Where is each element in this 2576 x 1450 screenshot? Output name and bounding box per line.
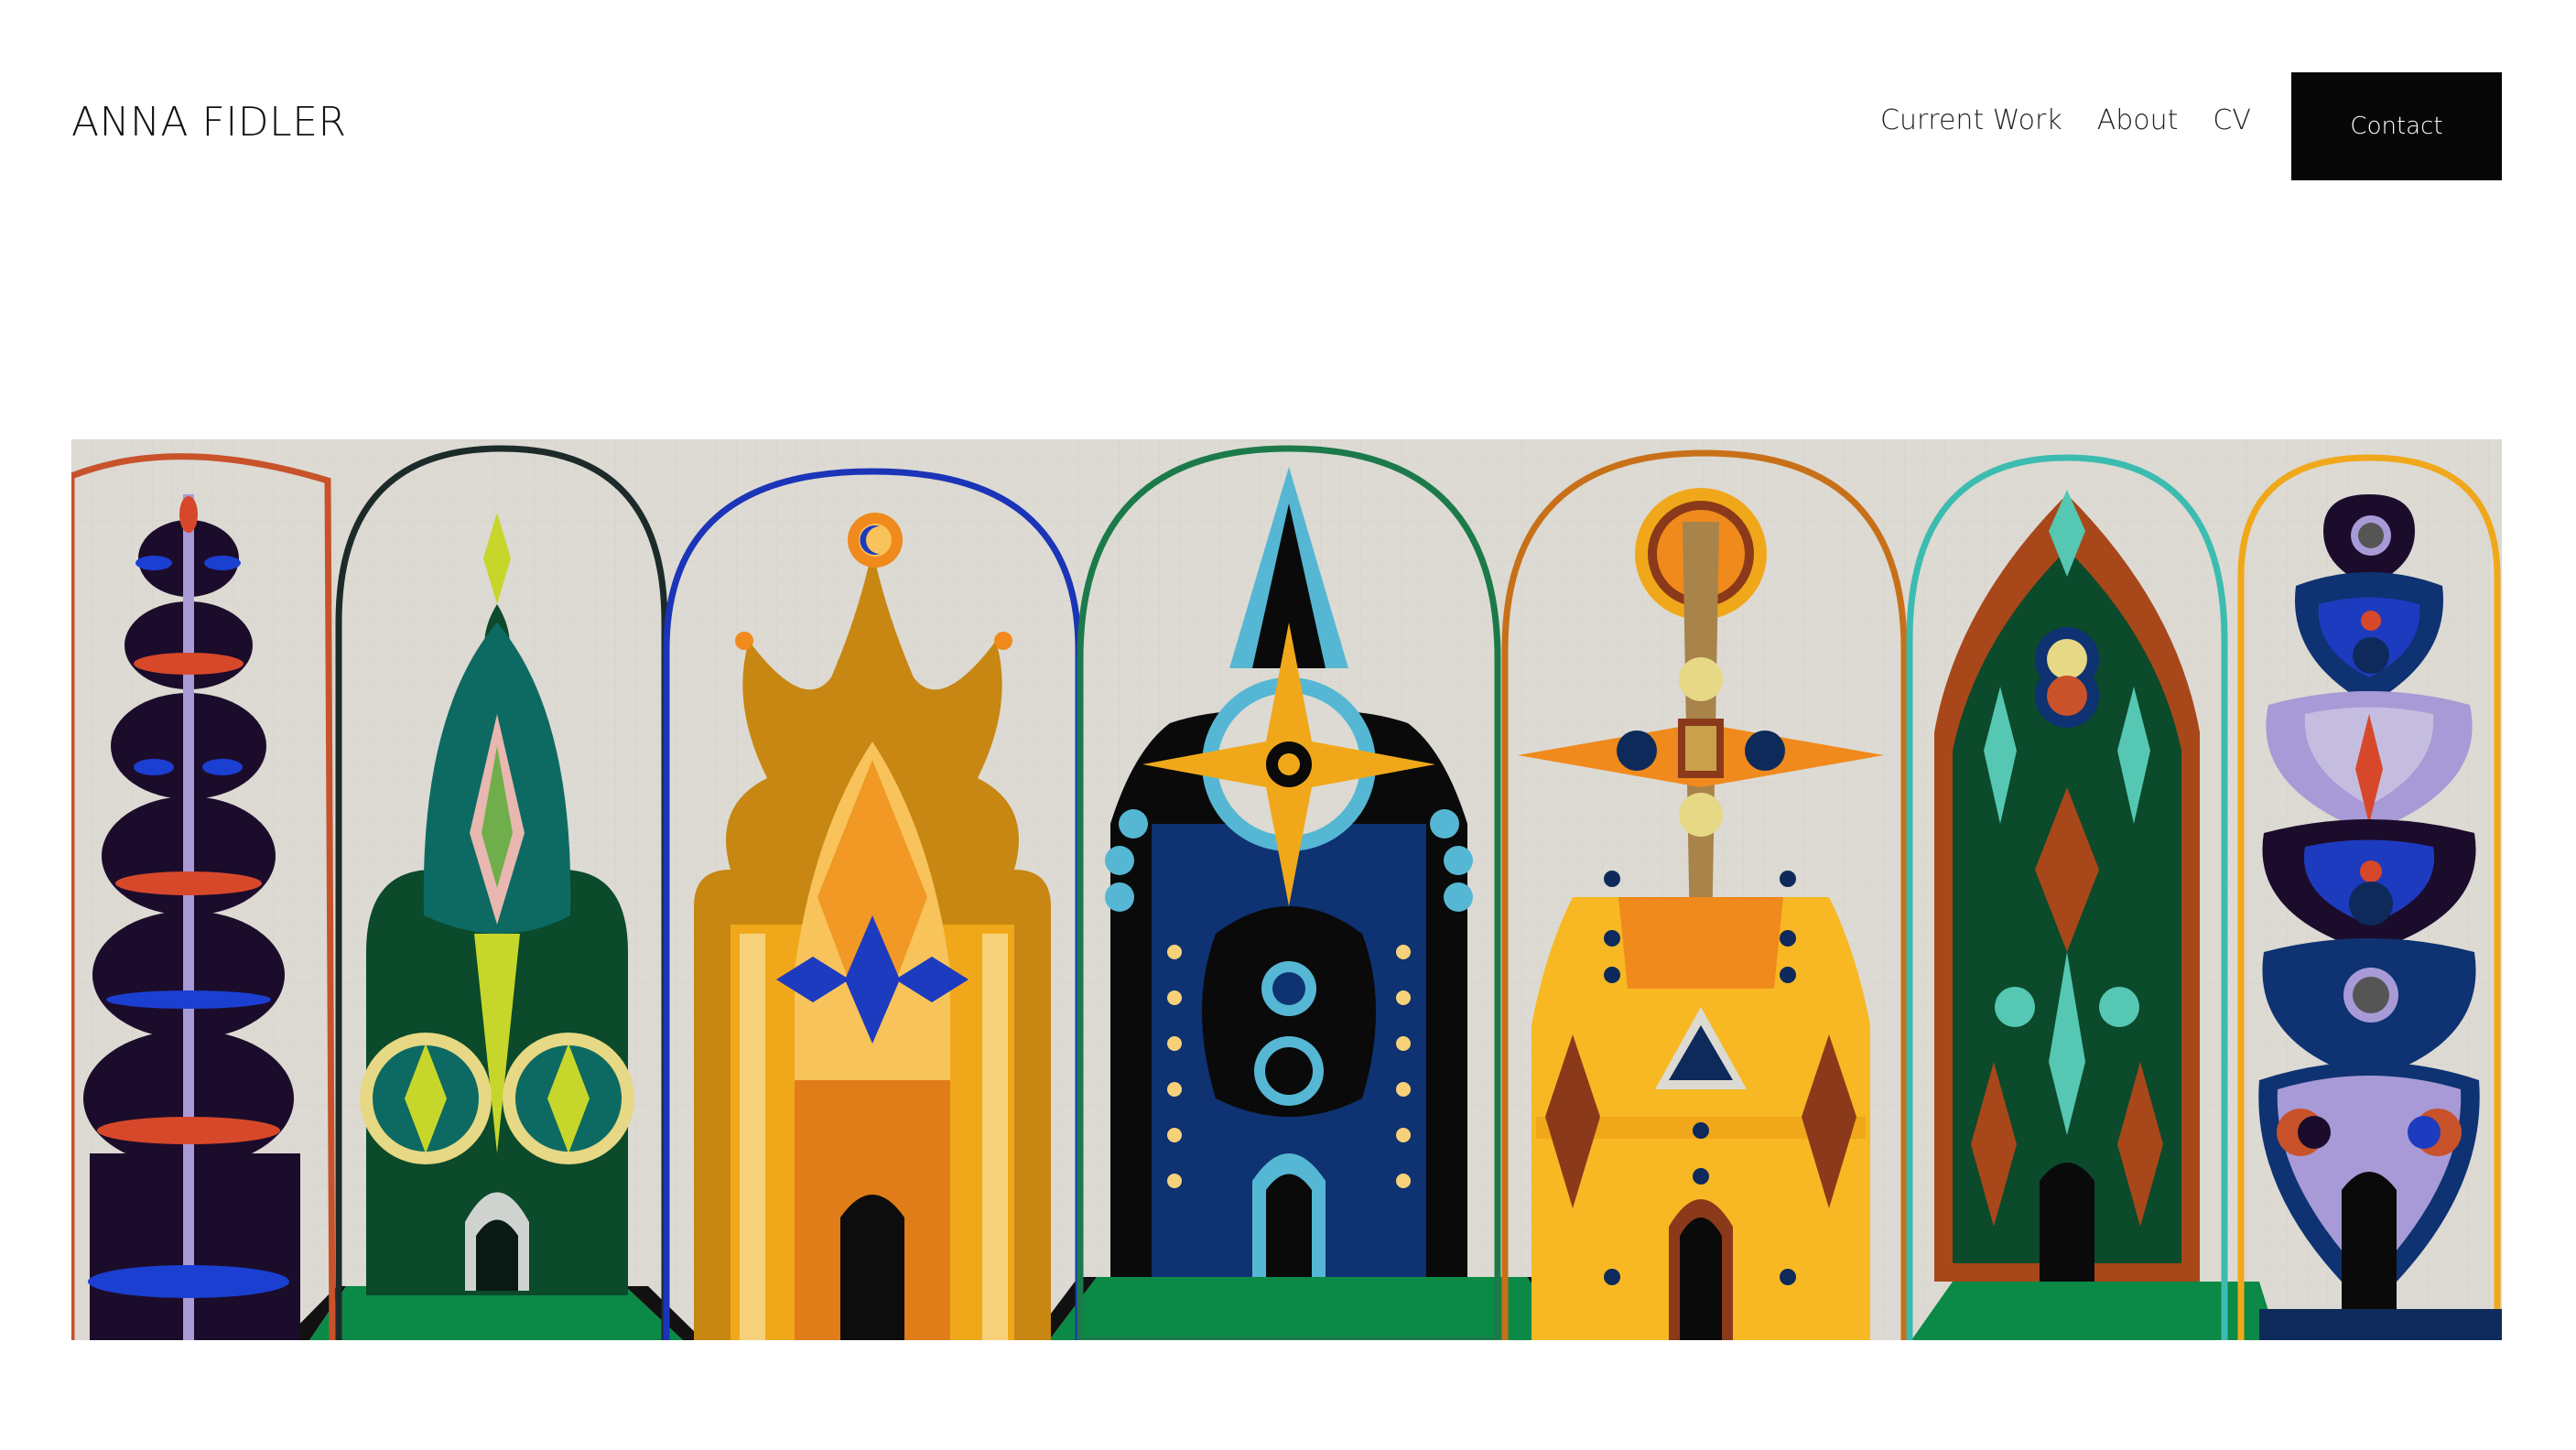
nav-about[interactable]: About	[2097, 104, 2179, 136]
nav-current-work[interactable]: Current Work	[1880, 104, 2062, 136]
contact-button[interactable]: Contact	[2291, 72, 2502, 180]
nav-cv[interactable]: CV	[2213, 104, 2250, 136]
main-nav: Current Work About CV	[1880, 104, 2286, 136]
site-title[interactable]: ANNA FIDLER	[71, 99, 347, 146]
hero-artwork	[71, 439, 2502, 1340]
